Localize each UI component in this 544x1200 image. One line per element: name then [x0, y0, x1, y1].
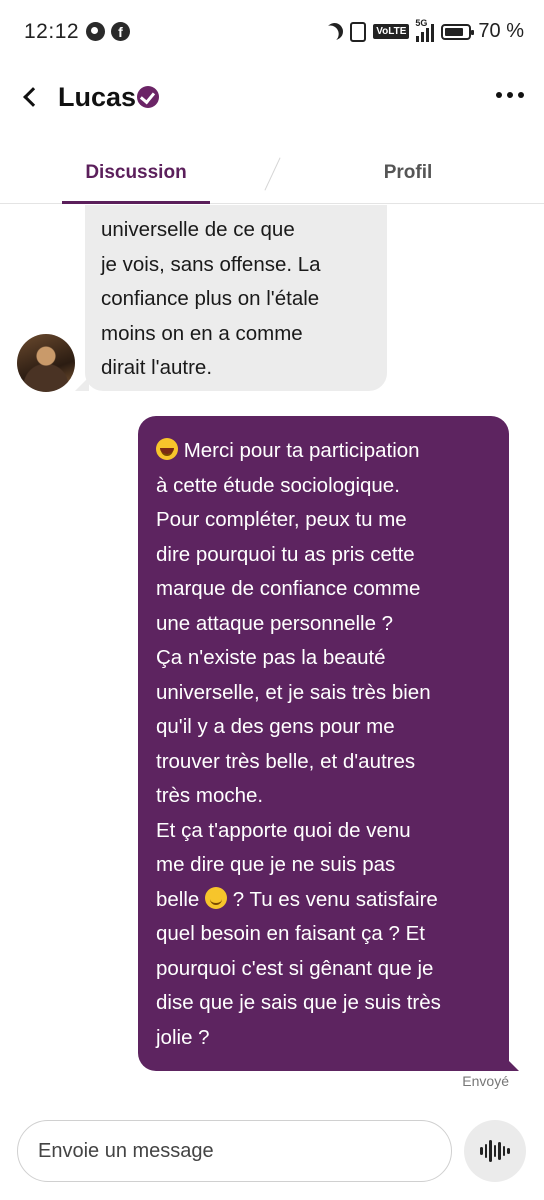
volte-badge: VoLTE — [373, 24, 410, 39]
contact-avatar[interactable] — [17, 334, 75, 392]
alarm-icon — [86, 22, 105, 41]
more-options-button[interactable] — [496, 92, 524, 98]
battery-percentage: 70 % — [478, 20, 524, 42]
message-input[interactable] — [17, 1120, 452, 1182]
status-right-icons: VoLTE 5G 70 % — [323, 18, 524, 43]
smiling-emoji-icon — [205, 886, 228, 909]
message-status: Envoyé — [462, 1073, 509, 1089]
active-tab-indicator — [62, 201, 210, 204]
outgoing-message-text: Merci pour ta participation à cette étud… — [156, 434, 493, 1055]
facebook-icon: f — [111, 22, 130, 41]
back-button[interactable] — [16, 82, 46, 112]
laughing-emoji-icon — [156, 438, 178, 460]
outgoing-line1: Merci pour ta participation — [178, 439, 420, 462]
battery-icon — [441, 23, 475, 40]
tab-profil[interactable]: Profil — [362, 162, 454, 184]
chat-header: Lucas — [0, 64, 544, 134]
status-left-icons: f — [86, 22, 130, 41]
tab-divider — [264, 157, 281, 191]
outgoing-message-bubble[interactable]: Merci pour ta participation à cette étud… — [138, 416, 509, 1071]
more-dot — [518, 92, 524, 98]
voice-message-button[interactable] — [464, 1120, 526, 1182]
message-list[interactable]: universelle de ce que je vois, sans offe… — [0, 205, 544, 1115]
status-bar: 12:12 f VoLTE 5G 70 % — [0, 0, 544, 64]
status-time: 12:12 — [24, 20, 80, 43]
vibrate-icon — [350, 21, 367, 42]
verified-badge-icon — [137, 86, 159, 108]
more-dot — [496, 92, 502, 98]
more-dot — [507, 92, 513, 98]
do-not-disturb-icon — [323, 20, 346, 43]
outgoing-body: à cette étude sociologique. Pour complét… — [156, 473, 431, 911]
tab-bar: Discussion Profil — [0, 140, 544, 204]
outgoing-ending: ? Tu es venu satisfaire quel besoin en f… — [156, 887, 441, 1049]
message-composer — [0, 1115, 544, 1200]
signal-icon: 5G — [415, 18, 435, 42]
incoming-message-bubble[interactable]: universelle de ce que je vois, sans offe… — [85, 205, 387, 391]
contact-name[interactable]: Lucas — [58, 82, 136, 113]
tab-discussion[interactable]: Discussion — [62, 162, 210, 184]
network-label: 5G — [415, 17, 428, 28]
incoming-message-text: universelle de ce que je vois, sans offe… — [101, 218, 321, 379]
